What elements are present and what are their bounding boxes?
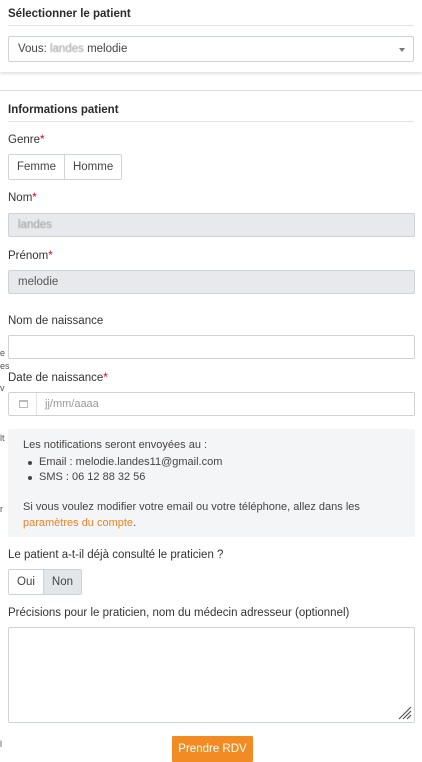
consulted-non-button[interactable]: Non	[43, 570, 82, 594]
prenom-field[interactable]: melodie	[8, 270, 415, 294]
date-naissance-placeholder: jj/mm/aaaa	[45, 398, 99, 410]
left-edge-fragments: e es v lt r l	[0, 0, 10, 762]
calendar-icon	[19, 400, 28, 408]
nom-label: Nom*	[8, 192, 37, 204]
divider	[8, 121, 414, 122]
notice-list: Email : melodie.landes11@gmail.com SMS :…	[24, 455, 222, 485]
chevron-down-icon	[399, 48, 405, 52]
nom-naissance-field[interactable]	[8, 335, 415, 359]
notification-notice: Les notifications seront envoyées au : E…	[8, 429, 415, 537]
genre-homme-button[interactable]: Homme	[64, 155, 122, 179]
consulted-toggle[interactable]: Oui Non	[8, 569, 83, 595]
nom-field[interactable]: landes	[8, 213, 415, 237]
notice-email: Email : melodie.landes11@gmail.com	[24, 455, 222, 470]
patient-select-value: Vous: landes melodie	[18, 43, 128, 55]
date-naissance-label: Date de naissance*	[8, 372, 108, 384]
notice-text: Si vous voulez modifier votre email ou v…	[23, 501, 360, 529]
consulted-question: Le patient a-t-il déjà consulté le prati…	[8, 549, 224, 561]
genre-femme-button[interactable]: Femme	[9, 155, 65, 179]
consulted-oui-button[interactable]: Oui	[9, 570, 44, 594]
patient-info-title: Informations patient	[8, 104, 119, 116]
prendre-rdv-button[interactable]: Prendre RDV	[172, 736, 253, 762]
genre-label: Genre*	[8, 134, 45, 146]
divider	[0, 90, 422, 91]
precisions-textarea[interactable]	[8, 627, 415, 723]
calendar-button[interactable]	[9, 393, 37, 415]
precisions-label: Précisions pour le praticien, nom du méd…	[8, 607, 350, 619]
patient-select[interactable]: Vous: landes melodie	[8, 36, 414, 62]
edge-fragment: r	[0, 504, 3, 514]
edge-fragment: es	[0, 361, 10, 371]
account-settings-link[interactable]: paramètres du compte	[23, 517, 133, 529]
edge-fragment: lt	[0, 433, 5, 443]
prenom-label: Prénom*	[8, 250, 53, 262]
date-naissance-field[interactable]: jj/mm/aaaa	[8, 392, 415, 416]
genre-toggle[interactable]: Femme Homme	[8, 154, 123, 180]
divider	[8, 25, 414, 26]
resize-grip-icon[interactable]	[396, 704, 412, 720]
edge-fragment: v	[0, 383, 5, 393]
edge-fragment: l	[0, 739, 2, 749]
notice-title: Les notifications seront envoyées au :	[23, 439, 208, 451]
select-patient-title: Sélectionner le patient	[8, 8, 131, 20]
select-patient-card: Sélectionner le patient Vous: landes mel…	[0, 0, 422, 72]
notice-sms: SMS : 06 12 88 32 56	[24, 470, 222, 485]
nom-naissance-label: Nom de naissance	[8, 315, 104, 327]
edge-fragment: e	[0, 348, 6, 358]
